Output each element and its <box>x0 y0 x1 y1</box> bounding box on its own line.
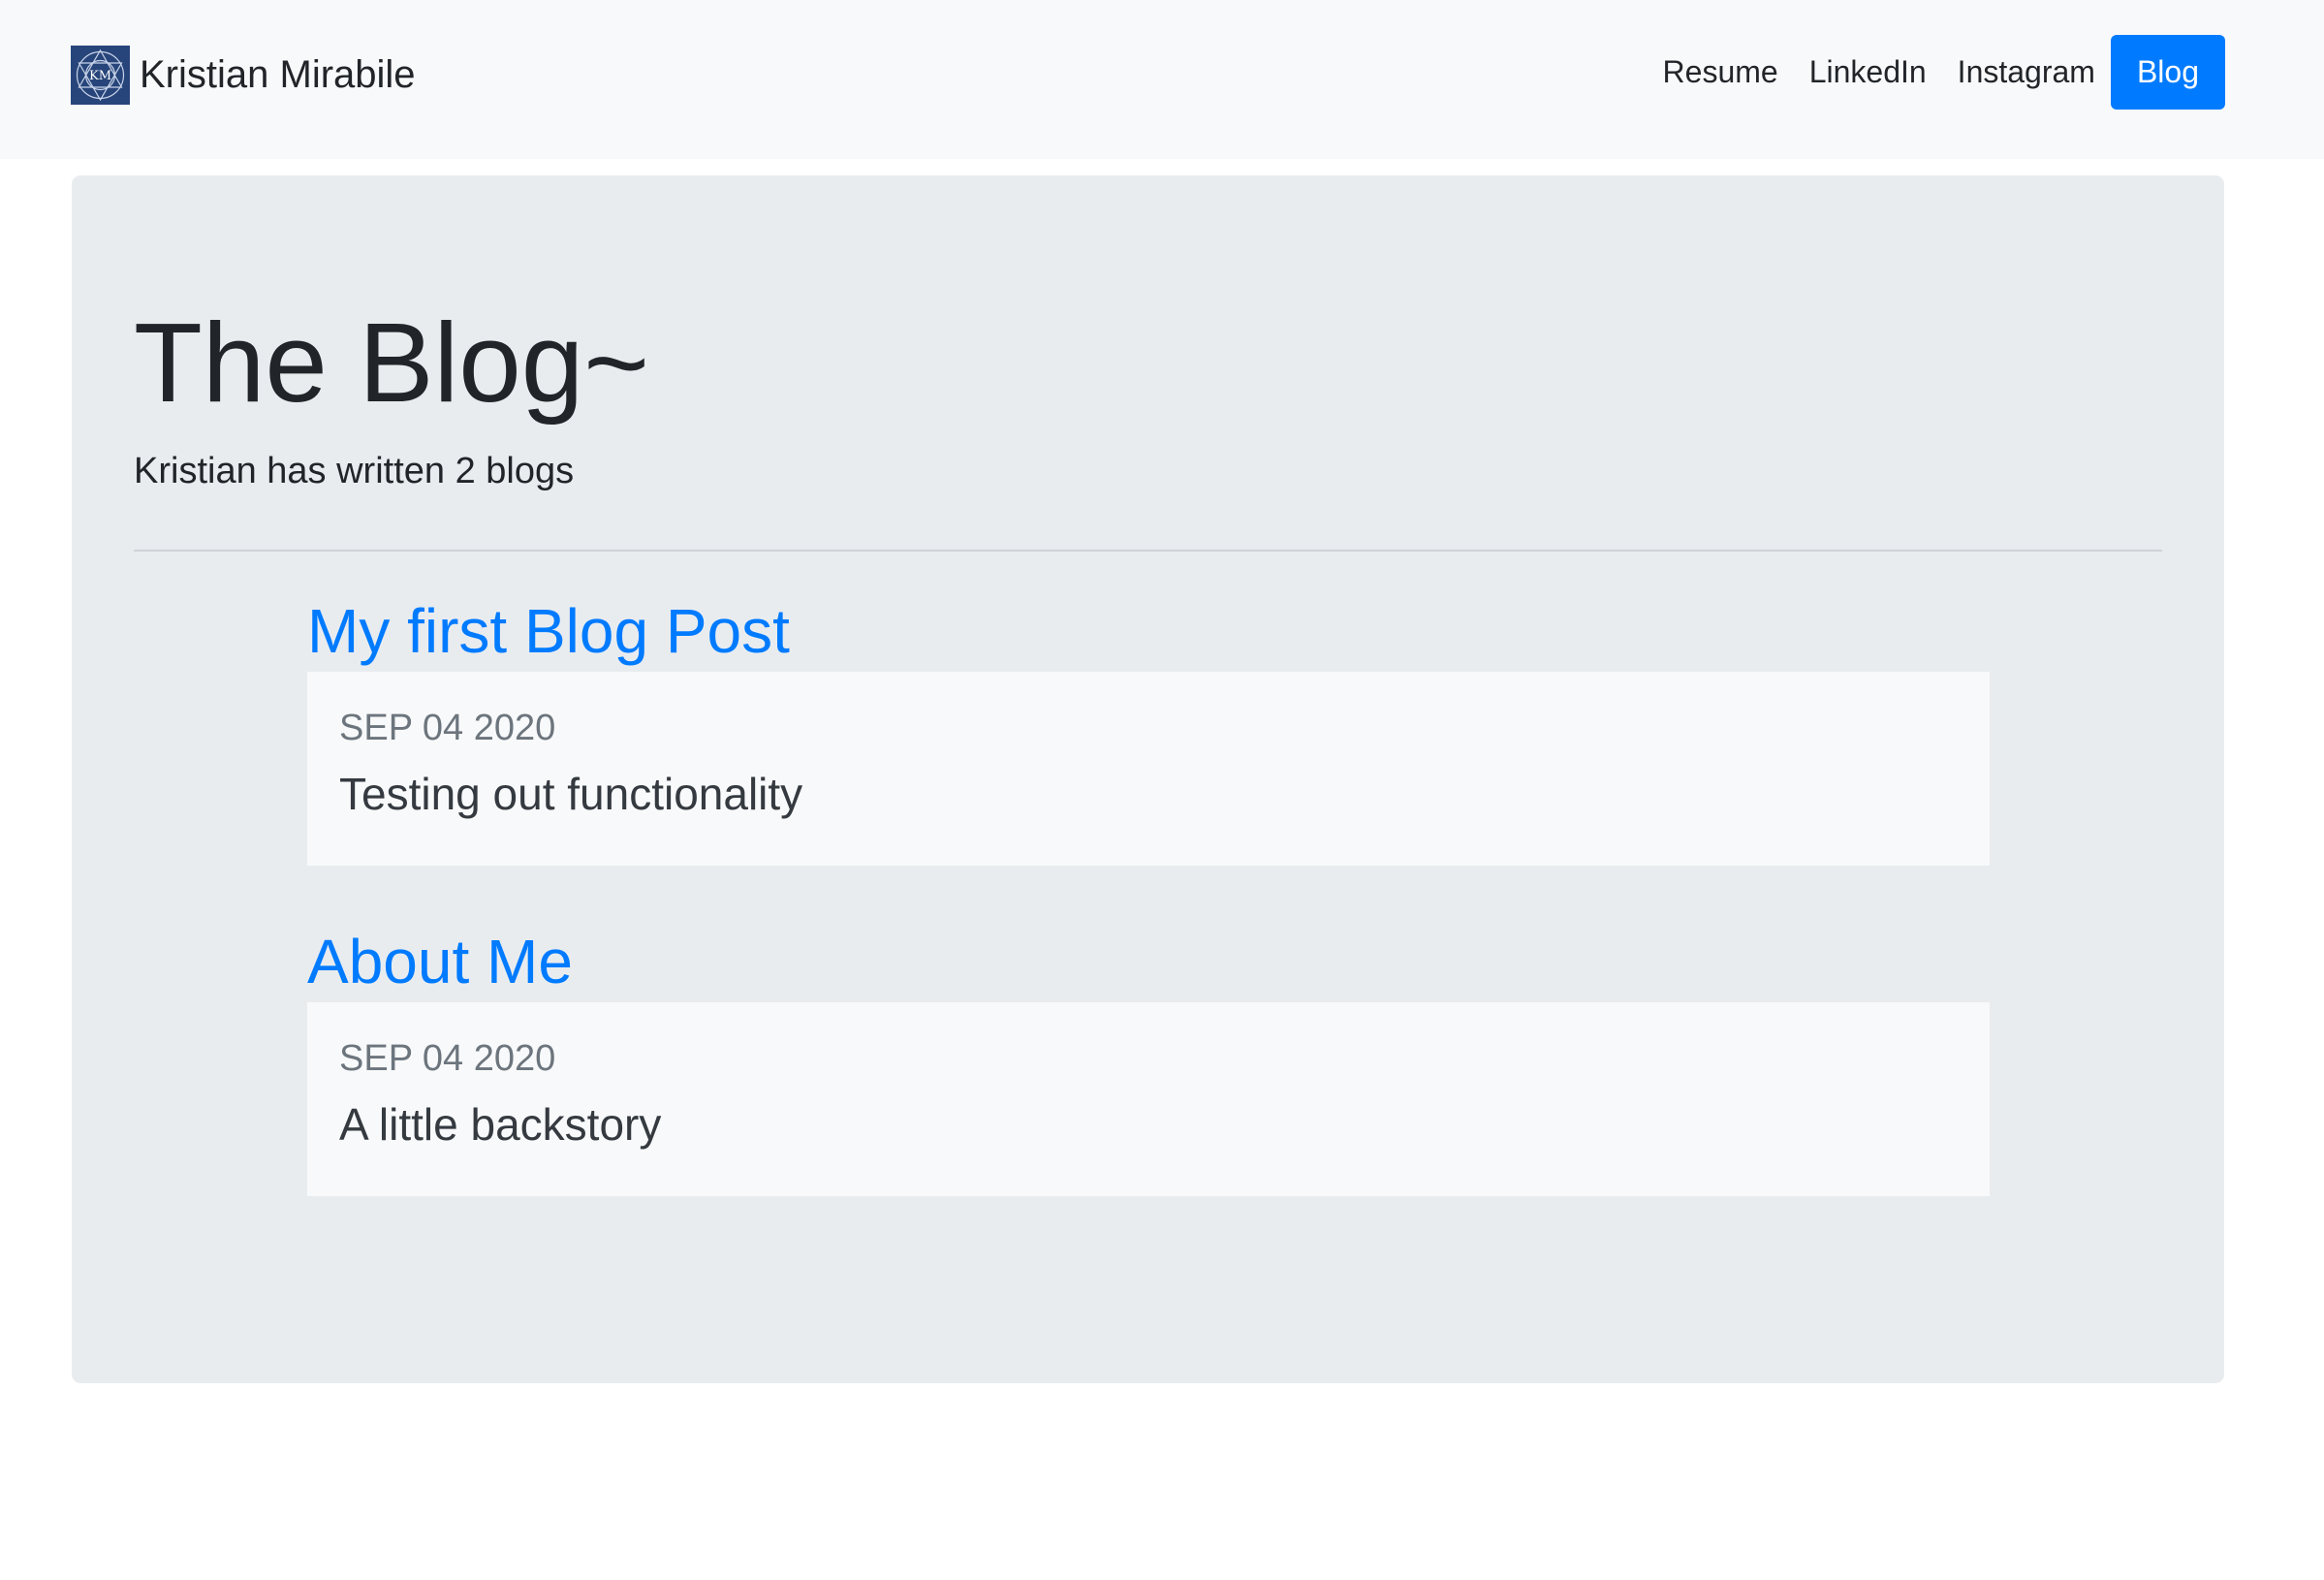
svg-text:KM: KM <box>89 69 111 83</box>
post-date: SEP 04 2020 <box>339 708 556 748</box>
divider <box>134 550 2162 552</box>
brand-logo-icon: KM <box>71 45 130 105</box>
post-title-link[interactable]: About Me <box>307 931 1990 996</box>
post-card: SEP 04 2020 A little backstory <box>307 1002 1990 1196</box>
nav-link-blog[interactable]: Blog <box>2110 35 2225 110</box>
post-summary: A little backstory <box>339 1099 662 1150</box>
brand-link[interactable]: KM Kristian Mirabile <box>71 45 416 105</box>
nav-links: Resume LinkedIn Instagram Blog <box>1648 35 2225 110</box>
blog-post: My first Blog Post SEP 04 2020 Testing o… <box>307 600 1990 866</box>
post-summary: Testing out functionality <box>339 769 803 819</box>
post-date: SEP 04 2020 <box>339 1038 556 1079</box>
nav-link-linkedin[interactable]: LinkedIn <box>1794 54 1942 90</box>
blog-post: About Me SEP 04 2020 A little backstory <box>307 931 1990 1196</box>
nav-link-instagram[interactable]: Instagram <box>1942 54 2111 90</box>
page-title: The Blog~ <box>134 300 650 426</box>
brand-name: Kristian Mirabile <box>140 52 416 96</box>
blog-count-text: Kristian has written 2 blogs <box>134 451 575 491</box>
top-navbar: KM Kristian Mirabile Resume LinkedIn Ins… <box>0 0 2324 159</box>
nav-link-resume[interactable]: Resume <box>1648 54 1794 90</box>
post-card: SEP 04 2020 Testing out functionality <box>307 672 1990 866</box>
post-title-link[interactable]: My first Blog Post <box>307 600 1990 666</box>
blog-jumbotron: The Blog~ Kristian has written 2 blogs M… <box>72 175 2224 1383</box>
